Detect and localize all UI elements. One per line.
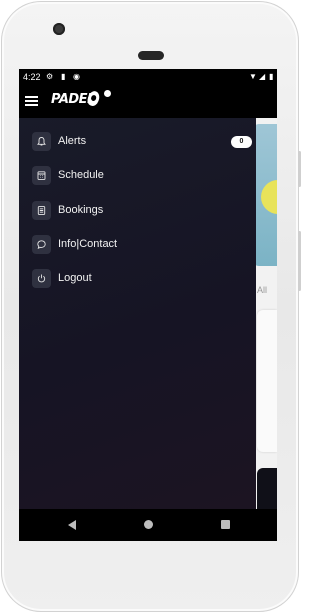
background-banner-card (253, 124, 277, 266)
signal-icon: ◢ (259, 72, 266, 81)
power-side-button (298, 151, 301, 187)
drawer-item-schedule[interactable]: Schedule (32, 166, 252, 186)
status-time: 4:22 (23, 72, 41, 82)
wifi-icon: ▼ (249, 72, 257, 81)
app-bar: PADEL (19, 86, 277, 118)
list-icon (32, 201, 51, 220)
drawer-item-label: Logout (58, 272, 92, 284)
status-bar: 4:22 ⚙ ▮ ◉ ▼ ◢ ▮ (19, 69, 277, 86)
background-card (257, 310, 277, 452)
background-dark-card (257, 468, 277, 509)
sd-card-icon: ▮ (61, 72, 66, 81)
volume-side-button (298, 231, 301, 291)
system-nav-bar (19, 509, 277, 541)
drawer-item-info-contact[interactable]: Info|Contact (32, 235, 252, 255)
phone-frame: 4:22 ⚙ ▮ ◉ ▼ ◢ ▮ PADEL All Alerts 0 Sche… (1, 1, 301, 612)
drawer-item-alerts[interactable]: Alerts 0 (32, 132, 252, 152)
back-icon[interactable] (68, 520, 76, 530)
drawer-item-label: Bookings (58, 204, 104, 216)
drawer-item-label: Info|Contact (58, 238, 118, 250)
sync-icon: ◉ (73, 72, 80, 81)
alerts-count-badge: 0 (231, 136, 252, 148)
drawer-item-label: Schedule (58, 169, 104, 181)
ball-logo-icon (104, 90, 111, 97)
chat-icon (32, 235, 51, 254)
see-all-link: All (257, 285, 268, 295)
drawer-item-bookings[interactable]: Bookings (32, 201, 252, 221)
menu-icon[interactable] (25, 96, 38, 107)
calendar-icon (32, 166, 51, 185)
front-camera (53, 23, 65, 35)
earpiece-speaker (138, 51, 164, 60)
drawer-item-logout[interactable]: Logout (32, 269, 252, 289)
recent-apps-icon[interactable] (221, 520, 230, 529)
navigation-drawer: Alerts 0 Schedule Bookings Info|Contact … (19, 118, 256, 509)
screen: 4:22 ⚙ ▮ ◉ ▼ ◢ ▮ PADEL All Alerts 0 Sche… (19, 69, 277, 541)
home-icon[interactable] (144, 520, 153, 529)
gear-icon: ⚙ (46, 72, 54, 81)
battery-icon: ▮ (269, 72, 274, 81)
bell-icon (32, 132, 51, 151)
drawer-item-label: Alerts (58, 135, 87, 147)
power-icon (32, 269, 51, 288)
